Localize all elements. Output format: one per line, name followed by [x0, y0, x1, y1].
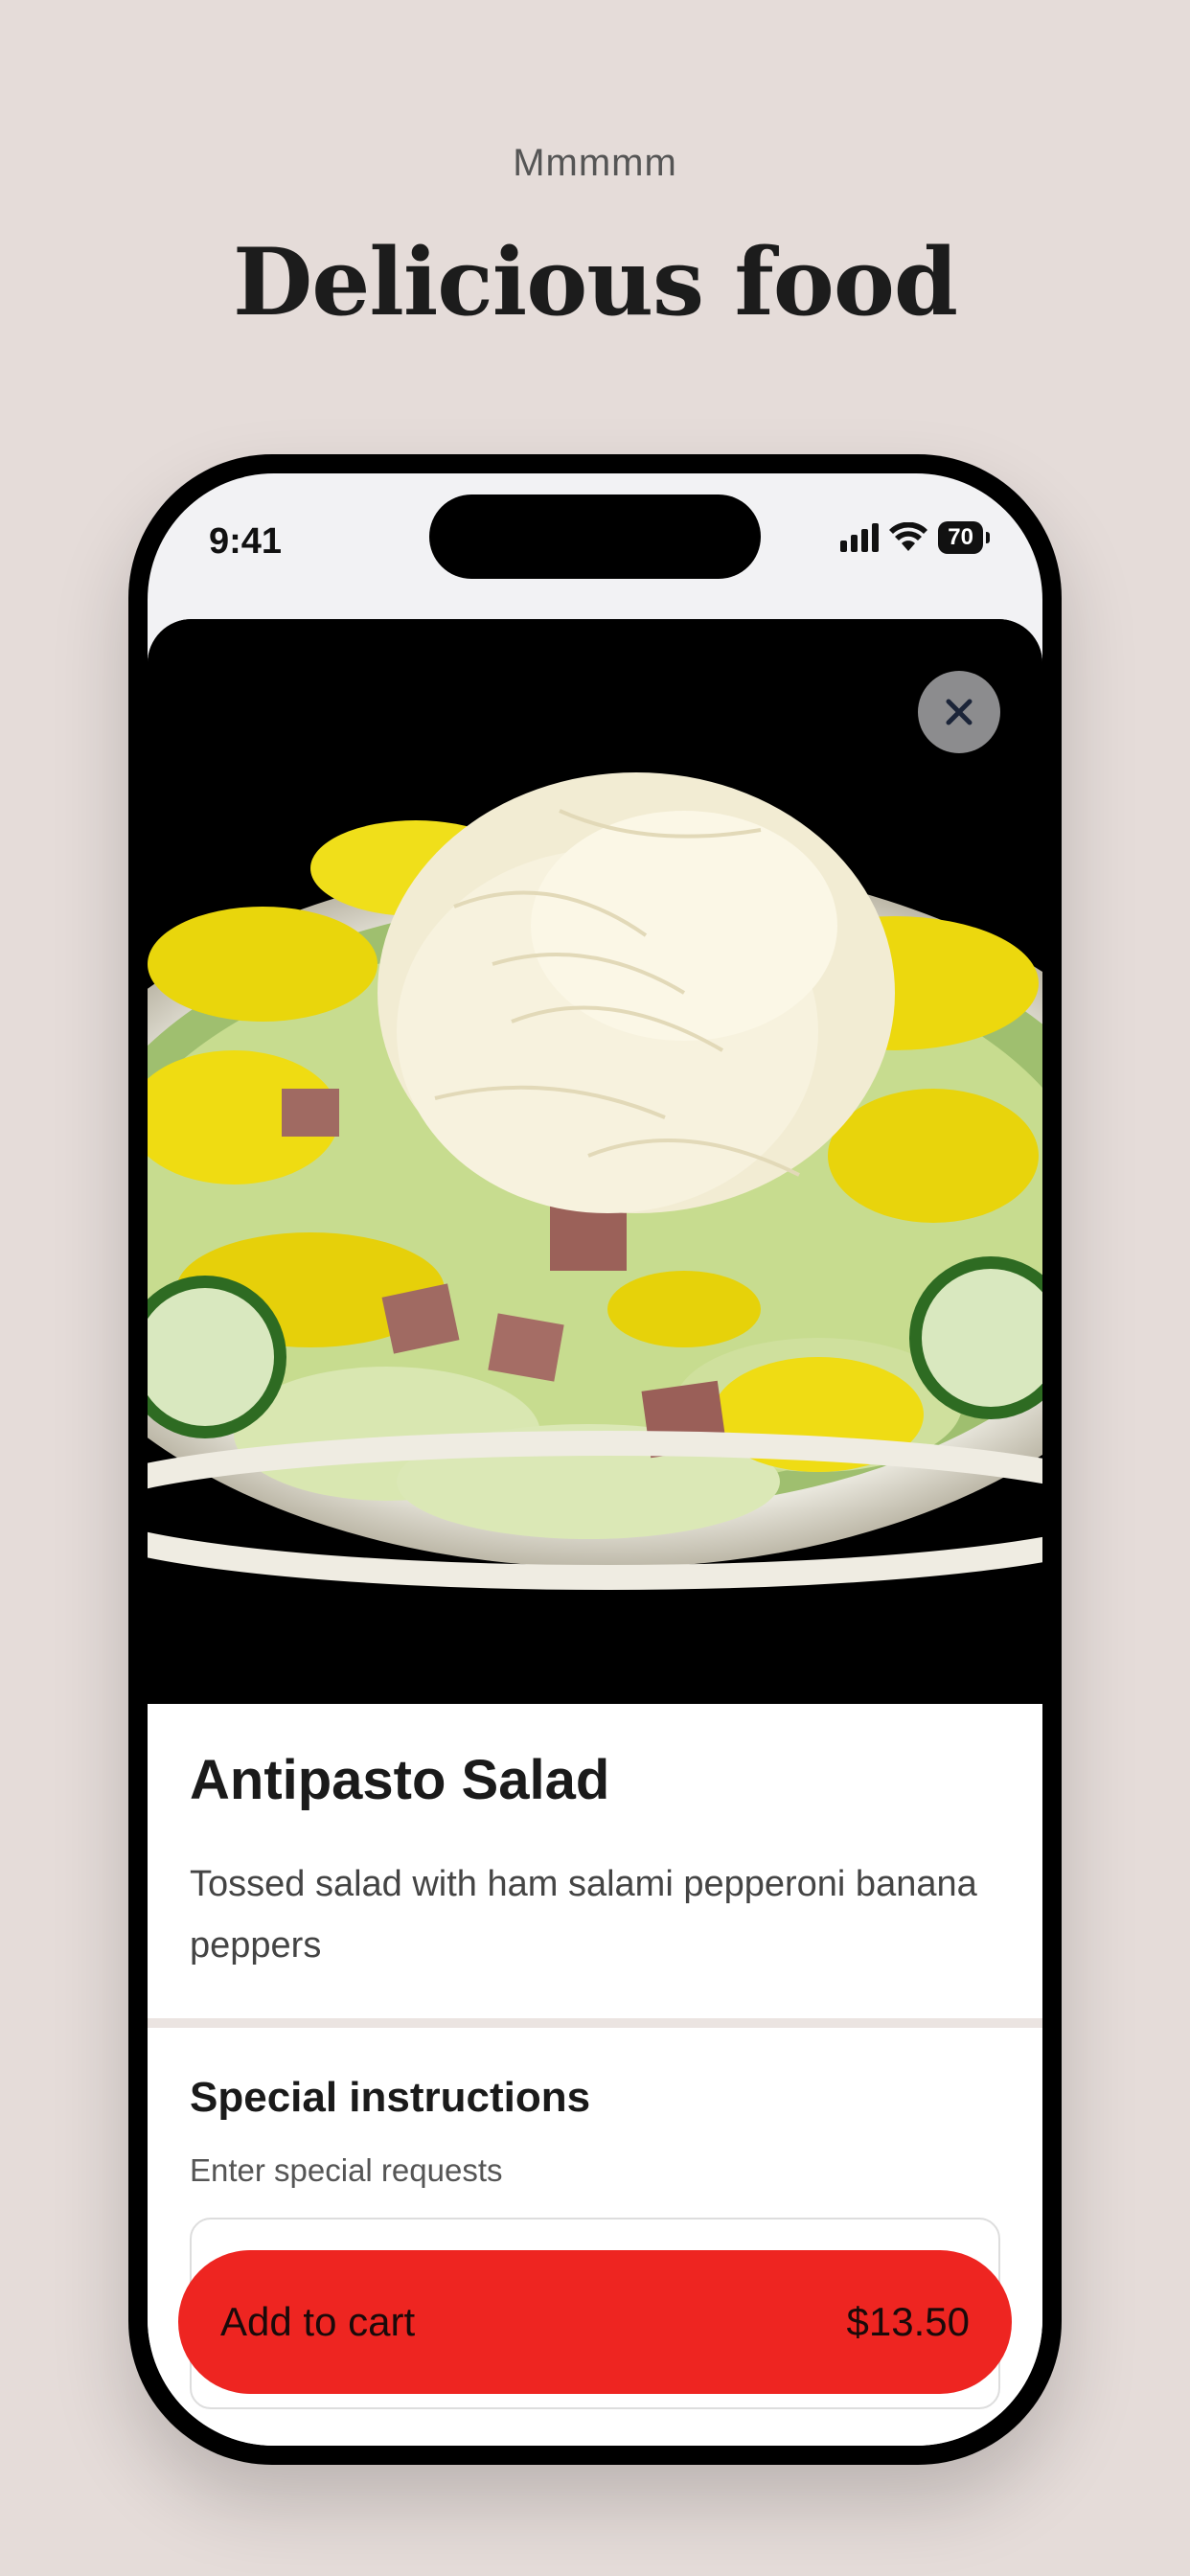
item-detail-sheet: Antipasto Salad Tossed salad with ham sa… — [148, 619, 1042, 2446]
cart-price: $13.50 — [846, 2299, 970, 2344]
add-to-cart-label: Add to cart — [220, 2299, 416, 2344]
phone-screen: 9:41 70 Antipasto Salad Tossed salad wit… — [148, 473, 1042, 2446]
item-title: Antipasto Salad — [190, 1749, 610, 1811]
status-icons: 70 — [840, 521, 990, 554]
promo-headline: Delicious food — [233, 228, 958, 336]
item-description: Tossed salad with ham salami pepperoni b… — [190, 1864, 977, 1966]
item-photo — [148, 619, 1042, 1704]
close-icon — [946, 699, 973, 725]
close-button[interactable] — [918, 671, 1000, 753]
section-divider — [148, 2018, 1042, 2028]
battery-icon: 70 — [938, 521, 990, 554]
cellular-signal-icon — [840, 523, 880, 552]
wifi-icon — [889, 522, 928, 551]
promo-eyebrow: Mmmmm — [513, 142, 677, 184]
status-time: 9:41 — [209, 521, 283, 562]
salad-image — [148, 619, 1042, 1704]
special-instructions-title: Special instructions — [190, 2074, 591, 2121]
add-to-cart-button[interactable]: Add to cart $13.50 — [178, 2250, 1012, 2394]
special-instructions-hint: Enter special requests — [190, 2152, 503, 2188]
dynamic-island — [429, 494, 761, 579]
